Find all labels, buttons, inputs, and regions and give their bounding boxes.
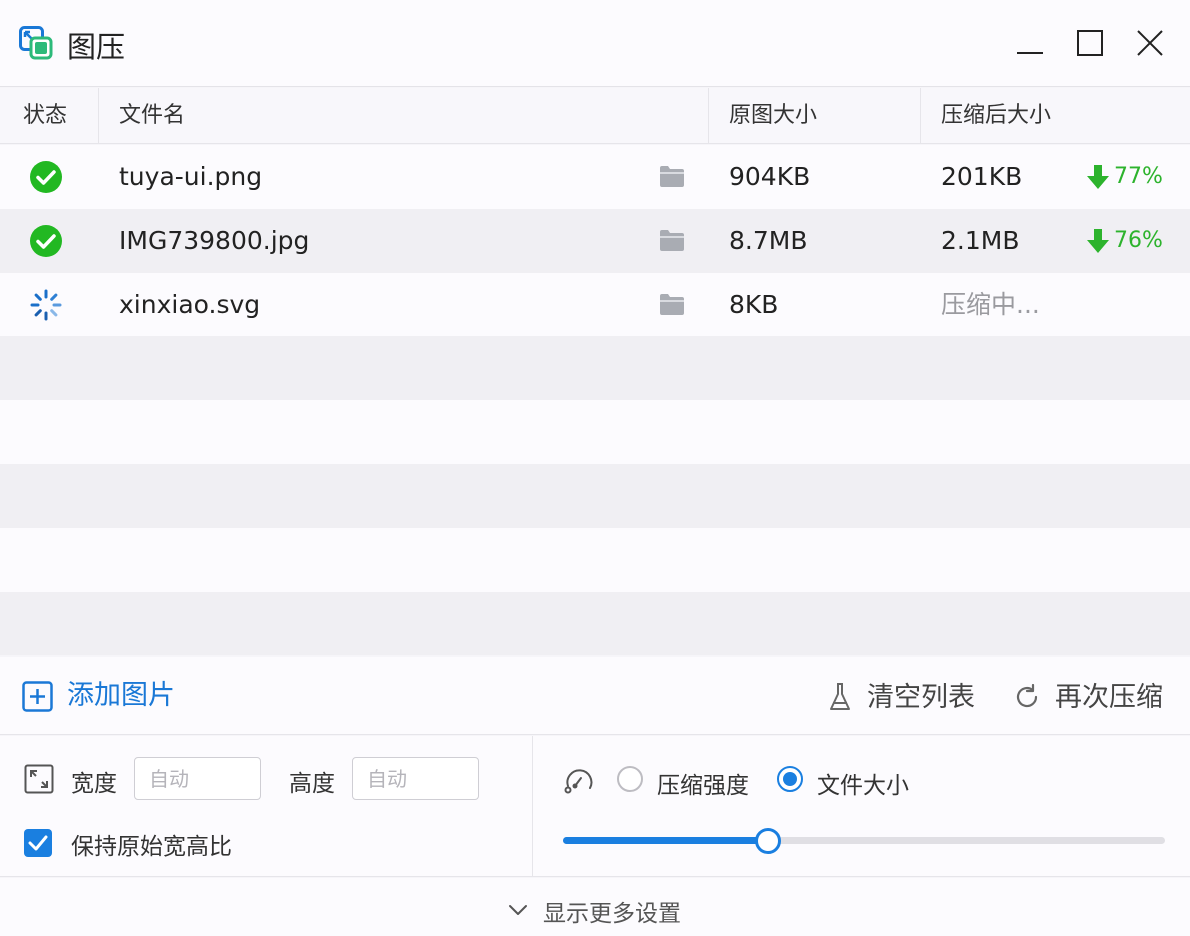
recompress-label: 再次压缩 bbox=[1055, 682, 1163, 713]
original-size: 904KB bbox=[729, 162, 811, 191]
original-size: 8.7MB bbox=[729, 225, 808, 255]
header-divider bbox=[98, 88, 99, 144]
plus-square-icon bbox=[22, 681, 53, 712]
compressed-size: 2.1MB bbox=[941, 225, 1020, 255]
resize-icon bbox=[24, 764, 54, 794]
chevron-down-icon bbox=[509, 905, 527, 915]
checkmark-icon bbox=[28, 835, 48, 851]
gauge-icon bbox=[564, 769, 593, 794]
header-filename: 文件名 bbox=[119, 103, 186, 128]
table-row[interactable]: tuya-ui.png 904KB 201KB 77% bbox=[0, 145, 1190, 209]
empty-row bbox=[0, 527, 1190, 592]
settings-divider bbox=[532, 736, 533, 877]
compression-slider[interactable] bbox=[563, 828, 1165, 854]
file-size-label: 文件大小 bbox=[817, 773, 909, 799]
broom-icon bbox=[830, 683, 850, 710]
compressing-status: 压缩中... bbox=[941, 289, 1040, 319]
compress-strength-radio[interactable] bbox=[617, 766, 643, 792]
height-label: 高度 bbox=[289, 771, 335, 797]
header-compressed-size: 压缩后大小 bbox=[941, 103, 1052, 128]
folder-icon[interactable] bbox=[660, 293, 684, 315]
show-more-settings-button[interactable]: 显示更多设置 bbox=[0, 878, 1190, 936]
slider-fill bbox=[563, 837, 768, 844]
empty-row bbox=[0, 400, 1190, 464]
file-list: tuya-ui.png 904KB 201KB 77% IMG739800.jp… bbox=[0, 145, 1190, 656]
app-title: 图压 bbox=[67, 30, 126, 64]
header-divider bbox=[708, 88, 709, 144]
slider-thumb[interactable] bbox=[754, 828, 781, 854]
keep-ratio-label: 保持原始宽高比 bbox=[71, 834, 232, 860]
compressed-size: 201KB bbox=[941, 162, 1023, 191]
add-image-label: 添加图片 bbox=[67, 680, 175, 711]
original-size: 8KB bbox=[729, 289, 779, 319]
table-row[interactable]: IMG739800.jpg 8.7MB 2.1MB 76% bbox=[0, 208, 1190, 273]
clear-list-label: 清空列表 bbox=[867, 682, 975, 713]
check-circle-icon bbox=[30, 161, 62, 193]
empty-row bbox=[0, 463, 1190, 528]
height-input[interactable] bbox=[352, 757, 479, 800]
header-divider bbox=[920, 88, 921, 144]
header-original-size: 原图大小 bbox=[729, 103, 818, 128]
maximize-icon[interactable] bbox=[1073, 26, 1107, 60]
file-name: IMG739800.jpg bbox=[119, 225, 310, 255]
width-input[interactable] bbox=[134, 757, 261, 800]
title-bar: 图压 bbox=[0, 0, 1190, 87]
table-row[interactable]: xinxiao.svg 8KB 压缩中... bbox=[0, 272, 1190, 337]
folder-icon[interactable] bbox=[660, 166, 684, 187]
arrow-down-icon bbox=[1087, 228, 1109, 253]
action-bar: 添加图片 清空列表 再次压缩 bbox=[0, 657, 1190, 735]
width-label: 宽度 bbox=[71, 771, 117, 797]
reduction-percent: 76% bbox=[1114, 227, 1163, 253]
close-icon[interactable] bbox=[1133, 26, 1167, 60]
compress-strength-label: 压缩强度 bbox=[657, 773, 749, 799]
file-name: tuya-ui.png bbox=[119, 162, 263, 191]
file-name: xinxiao.svg bbox=[119, 289, 261, 319]
keep-ratio-checkbox[interactable] bbox=[24, 829, 52, 857]
empty-row bbox=[0, 336, 1190, 401]
folder-icon[interactable] bbox=[660, 229, 684, 251]
file-size-radio[interactable] bbox=[777, 766, 803, 792]
header-status: 状态 bbox=[23, 103, 68, 128]
refresh-icon bbox=[1016, 684, 1038, 708]
arrow-down-icon bbox=[1087, 165, 1109, 189]
app-logo-icon bbox=[19, 26, 53, 60]
check-circle-icon bbox=[30, 224, 62, 257]
empty-row bbox=[0, 591, 1190, 656]
settings-panel: 宽度 高度 保持原始宽高比 压缩强度 文件大小 bbox=[0, 736, 1190, 877]
show-more-label: 显示更多设置 bbox=[543, 901, 681, 927]
reduction-percent: 77% bbox=[1114, 164, 1163, 189]
file-table-header: 状态 文件名 原图大小 压缩后大小 bbox=[0, 88, 1190, 144]
loading-spinner-icon bbox=[30, 289, 62, 321]
minimize-icon[interactable] bbox=[1013, 26, 1047, 60]
